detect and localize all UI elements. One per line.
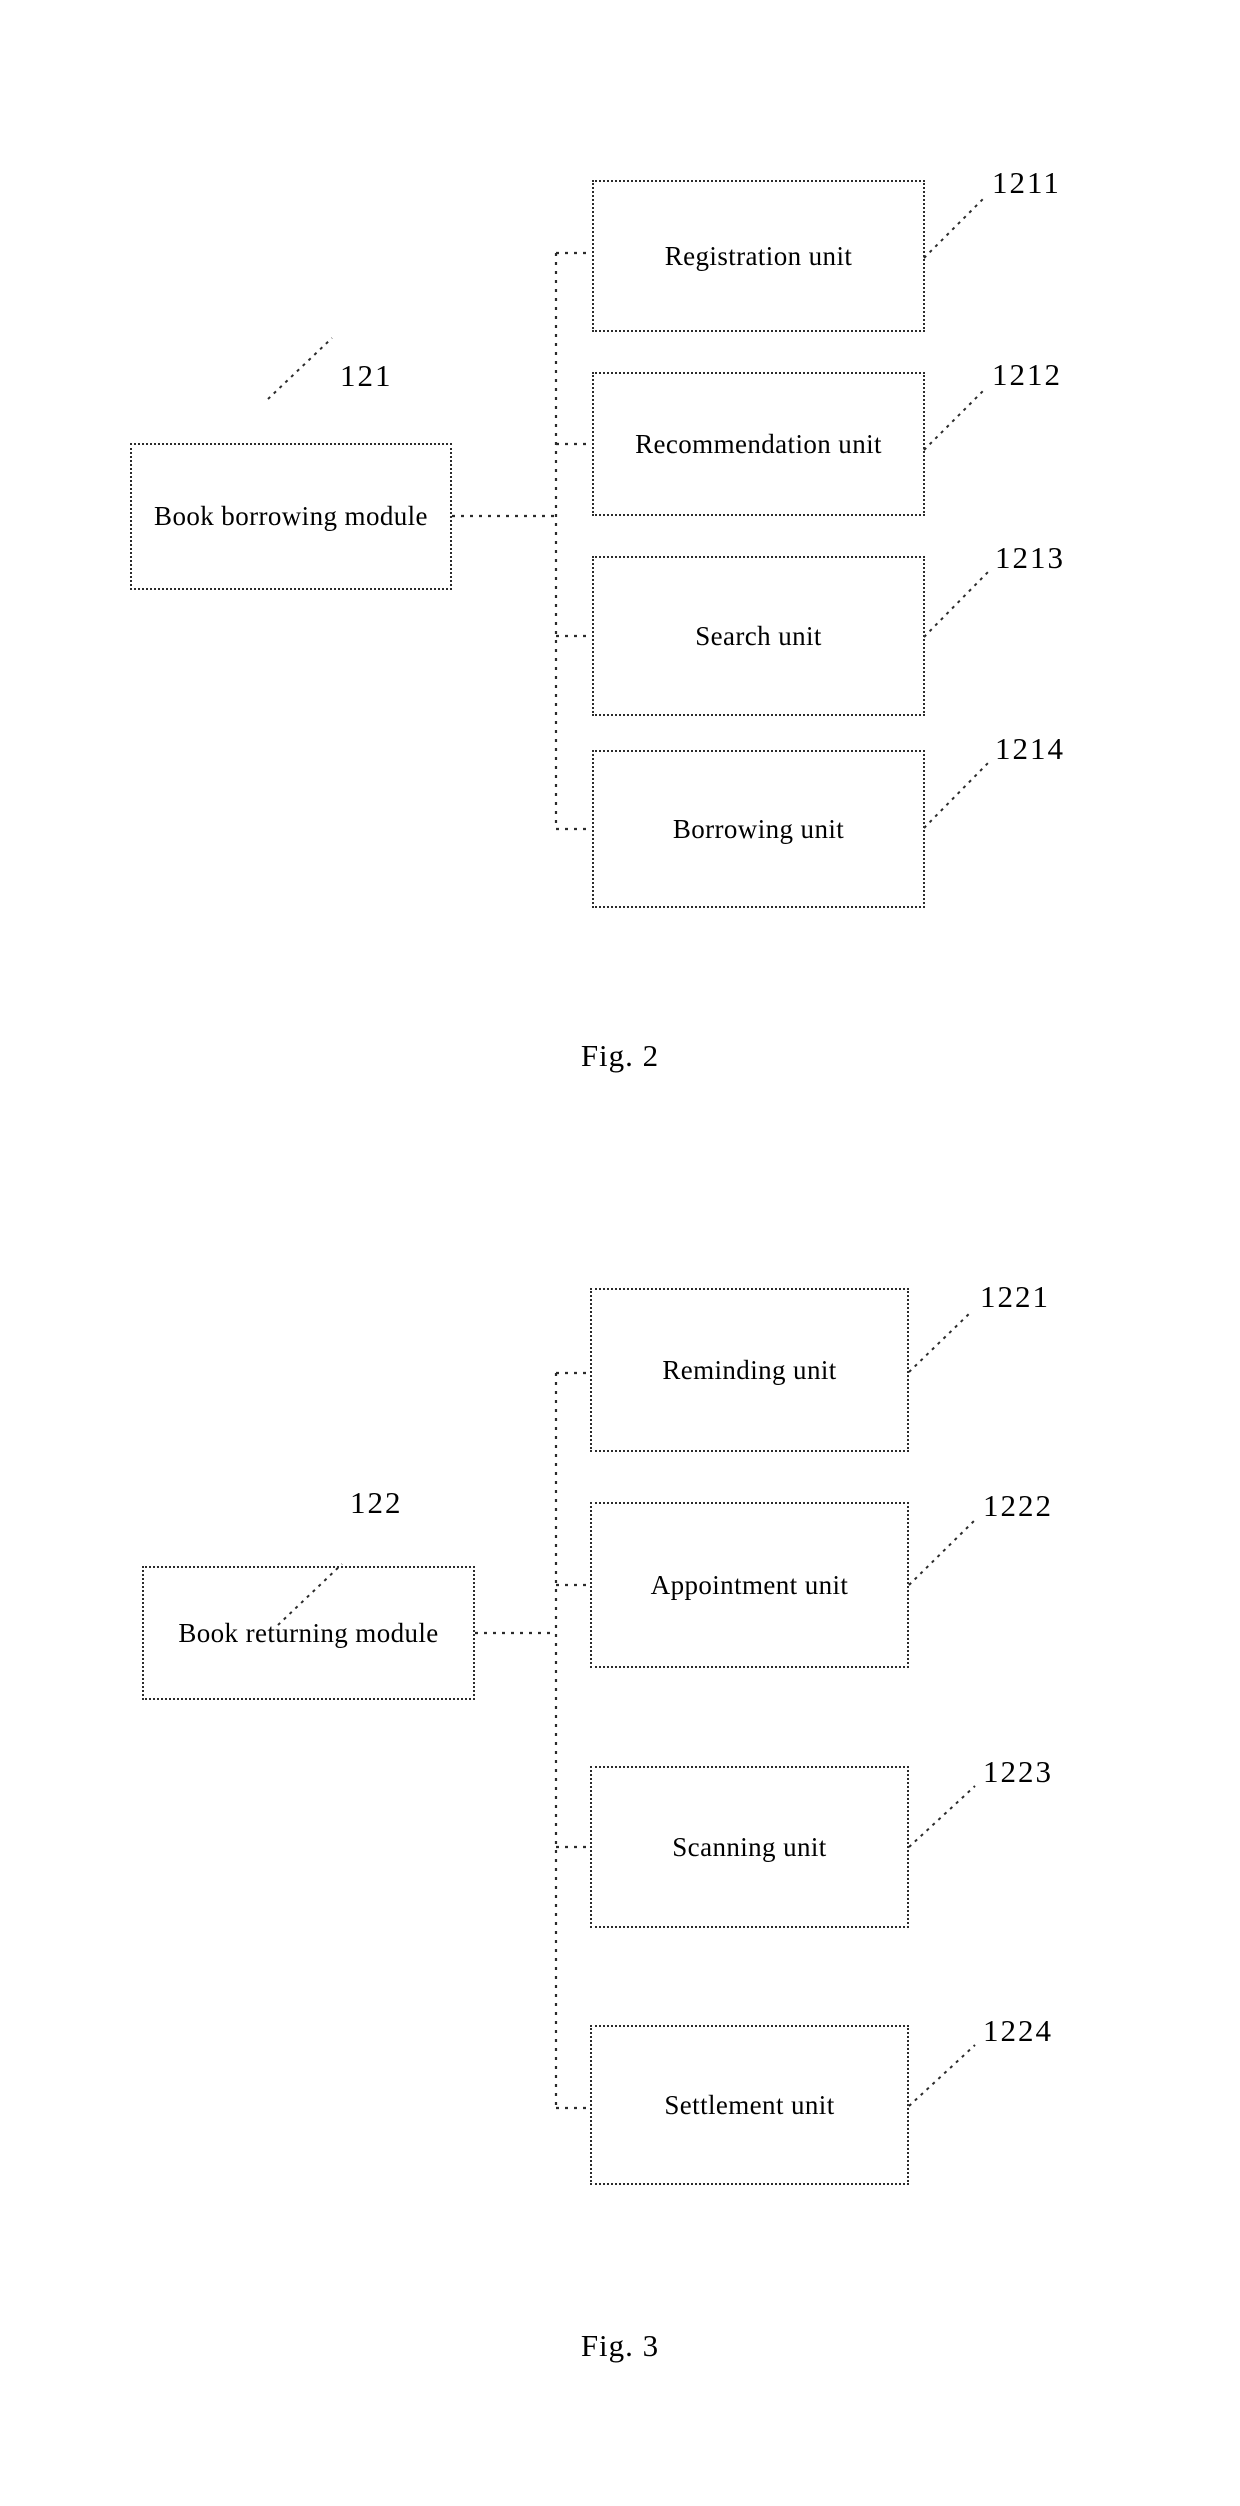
fig3-child-ref-1224: 1224	[983, 2013, 1053, 2048]
fig2-child-label-registration: Registration unit	[664, 240, 853, 271]
fig3-leader-1223	[908, 1785, 976, 1848]
patent-figure-sheet: Book borrowing module 121 Registration u…	[0, 0, 1240, 2506]
fig2-parent-node[interactable]: Book borrowing module	[130, 443, 452, 590]
fig3-parent-label: Book returning module	[178, 1617, 439, 1648]
fig2-child-label-search: Search unit	[695, 620, 822, 651]
fig3-child-label-reminding: Reminding unit	[662, 1354, 837, 1385]
fig3-child-label-settlement: Settlement unit	[664, 2089, 835, 2120]
fig3-child-label-scanning: Scanning unit	[672, 1831, 827, 1862]
fig2-child-ref-1214: 1214	[995, 731, 1065, 766]
fig3-child-ref-1221: 1221	[980, 1279, 1050, 1314]
fig3-child-label-appointment: Appointment unit	[650, 1569, 849, 1600]
fig3-child-node-scanning[interactable]: Scanning unit	[590, 1766, 909, 1928]
fig2-child-label-borrowing: Borrowing unit	[672, 813, 845, 844]
fig2-child-ref-1213: 1213	[995, 540, 1065, 575]
fig2-child-node-recommendation[interactable]: Recommendation unit	[592, 372, 925, 516]
fig2-parent-label: Book borrowing module	[154, 501, 428, 532]
fig3-child-ref-1222: 1222	[983, 1488, 1053, 1523]
fig2-child-node-borrowing[interactable]: Borrowing unit	[592, 750, 925, 908]
fig2-child-label-recommendation: Recommendation unit	[635, 428, 882, 459]
fig3-child-node-settlement[interactable]: Settlement unit	[590, 2025, 909, 2185]
fig3-leader-1221	[908, 1310, 973, 1373]
fig2-leader-1211	[923, 196, 986, 259]
fig3-leader-1224	[908, 2044, 976, 2107]
fig2-leader-1213	[923, 571, 989, 638]
fig2-child-node-registration[interactable]: Registration unit	[592, 180, 925, 332]
fig3-child-ref-1223: 1223	[983, 1754, 1053, 1789]
fig2-leader-1212	[923, 388, 986, 451]
fig3-leader-1222	[908, 1519, 976, 1586]
fig2-leader-121	[267, 337, 333, 400]
fig3-parent-ref: 122	[350, 1485, 403, 1520]
fig2-child-ref-1212: 1212	[992, 357, 1062, 392]
fig3-child-node-appointment[interactable]: Appointment unit	[590, 1502, 909, 1668]
fig2-child-node-search[interactable]: Search unit	[592, 556, 925, 716]
fig2-caption: Fig. 2	[580, 1038, 660, 1073]
fig3-child-node-reminding[interactable]: Reminding unit	[590, 1288, 909, 1452]
fig3-parent-node[interactable]: Book returning module	[142, 1566, 475, 1700]
fig2-parent-ref: 121	[340, 358, 393, 393]
fig2-leader-1214	[923, 762, 989, 829]
fig2-child-ref-1211: 1211	[992, 165, 1061, 200]
fig3-caption: Fig. 3	[580, 2328, 660, 2363]
